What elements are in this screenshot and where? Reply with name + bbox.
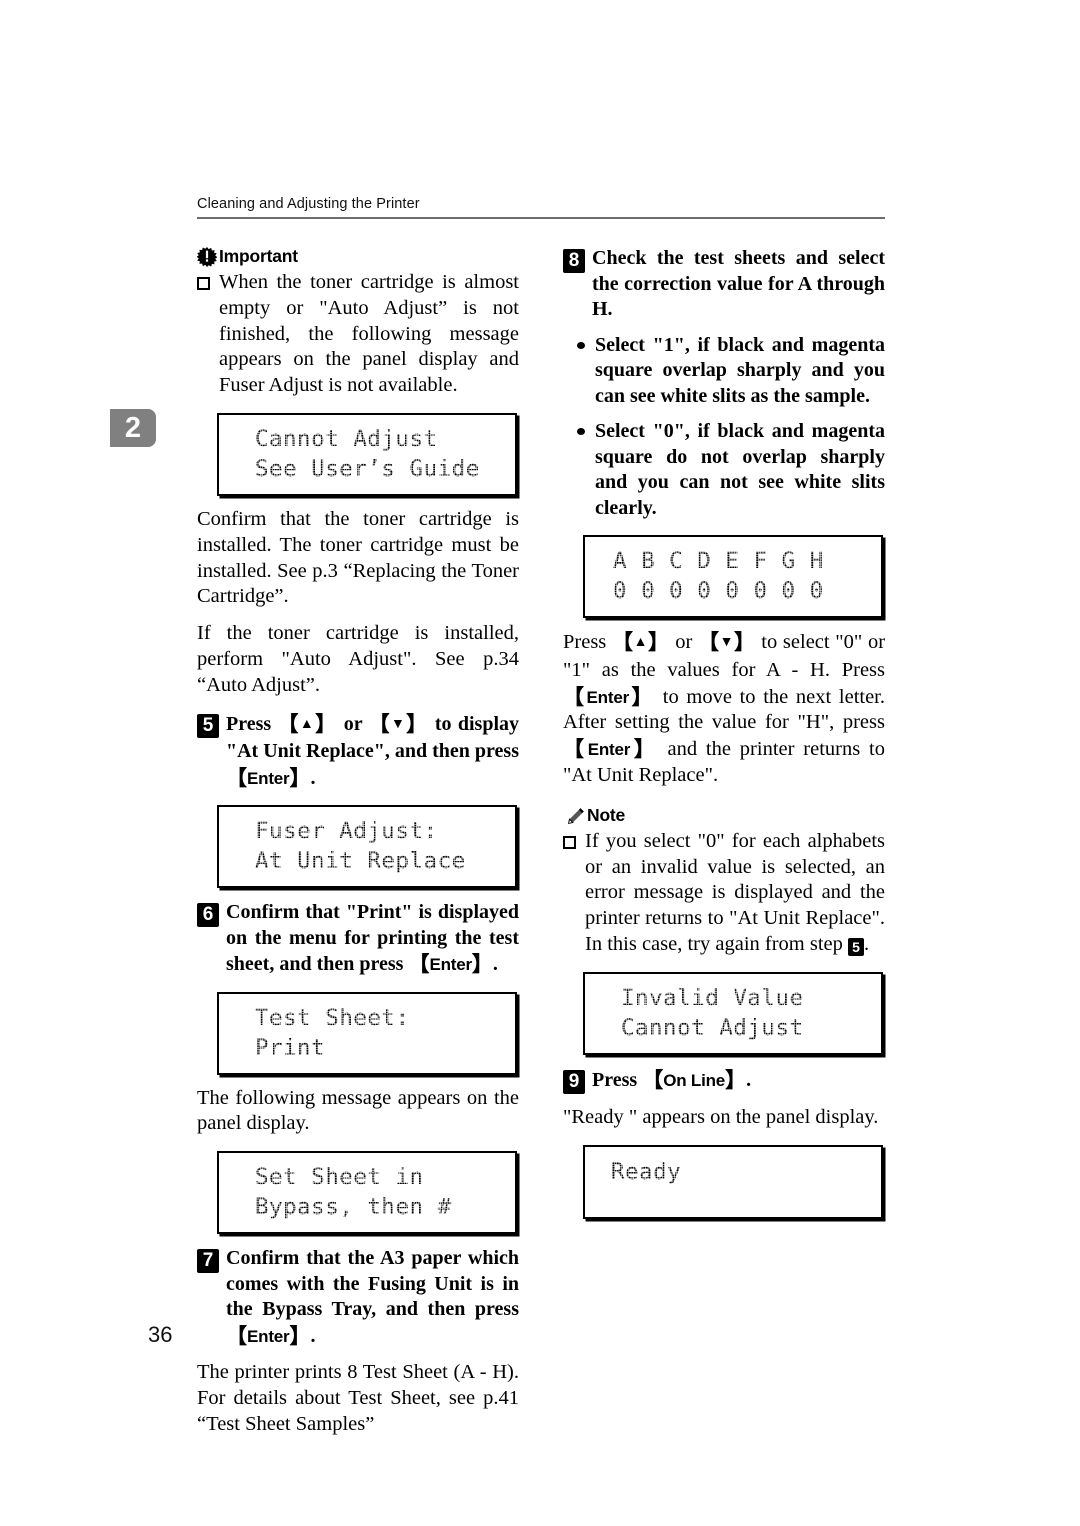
chapter-tab: 2: [110, 409, 156, 447]
p8-t1: Press: [563, 631, 612, 653]
open-square-bullet-icon: [197, 277, 210, 290]
lcd-line-1: Ready: [611, 1158, 682, 1185]
page-number: 36: [148, 1322, 173, 1347]
step-8-bullet-1-text: Select "1", if black and magenta square …: [595, 333, 885, 407]
step-8-bullet-2-text: Select "0", if black and magenta square …: [595, 420, 885, 519]
header-rule: [197, 217, 885, 219]
step6-t2: .: [492, 953, 498, 976]
step-6: 6 Confirm that "Print" is displayed on t…: [197, 900, 519, 978]
round-bullet-icon: [577, 341, 585, 349]
para-following-message: The following message appears on the pan…: [197, 1086, 519, 1135]
lcd-line-2: See User’s Guide: [255, 455, 480, 482]
lcd-line-2: 0 0 0 0 0 0 0 0: [613, 578, 824, 604]
note-item: If you select "0" for each alphabets or …: [563, 829, 885, 958]
step6-enter-key: Enter: [429, 955, 472, 975]
important-heading: Important: [196, 246, 519, 267]
step-8-bullet-1: Select "1", if black and magenta square …: [563, 333, 885, 410]
step9-t2: .: [746, 1068, 752, 1091]
para-ready: "Ready " appears on the panel display.: [563, 1105, 879, 1128]
step-7-text: Confirm that the A3 paper which comes wi…: [226, 1247, 519, 1348]
important-sunburst-icon: [196, 247, 218, 267]
lcd-panel-invalid-value: Invalid Value Cannot Adjust: [583, 971, 883, 1055]
document-page: 2 Cleaning and Adjusting the Printer 36 …: [0, 0, 1080, 1526]
important-item-text: When the toner cartridge is almost empty…: [219, 271, 519, 397]
para-confirm-toner: Confirm that the toner cartridge is inst…: [197, 507, 519, 608]
step5-enter-key: Enter: [247, 768, 290, 788]
left-column: Important When the toner cartridge is al…: [196, 246, 519, 1438]
step-5: 5 Press 【▲】 or 【▼】 to display "At Unit R…: [197, 711, 519, 792]
note-pencil-icon: [563, 807, 585, 826]
para-printer-prints: The printer prints 8 Test Sheet (A - H).…: [197, 1361, 519, 1435]
lcd-line-2: At Unit Replace: [255, 848, 466, 875]
lcd-panel-cannot-adjust: Cannot Adjust See User’s Guide: [217, 412, 517, 496]
important-item: When the toner cartridge is almost empty…: [197, 270, 519, 399]
lcd-line-2: Print: [255, 1034, 326, 1061]
up-arrow-icon: ▲: [299, 716, 316, 732]
lcd-panel-abcdefgh: A B C D E F G H 0 0 0 0 0 0 0 0: [583, 535, 883, 618]
p8-t2: or: [669, 631, 699, 653]
step-5-number: 5: [197, 713, 219, 738]
para-if-installed: If the toner cartridge is installed, per…: [197, 622, 519, 696]
down-arrow-icon: ▼: [719, 635, 735, 650]
open-square-bullet-icon: [563, 835, 576, 849]
step-9-text: Press 【On Line】.: [592, 1068, 752, 1092]
header-title: Cleaning and Adjusting the Printer: [197, 196, 420, 212]
lcd-line-2: Cannot Adjust: [621, 1014, 804, 1041]
step-8-number: 8: [563, 249, 585, 273]
note-t1: If you select "0" for each alphabets or …: [585, 829, 885, 955]
lcd-line-1: Cannot Adjust: [255, 425, 438, 452]
step-9: 9 Press 【On Line】.: [563, 1067, 885, 1094]
note-item-text: If you select "0" for each alphabets or …: [585, 829, 885, 958]
step5-t2: or: [337, 712, 369, 735]
note-label: Note: [587, 804, 626, 825]
running-header: Cleaning and Adjusting the Printer: [197, 196, 885, 219]
lcd-line-2: Bypass, then #: [255, 1194, 452, 1221]
lcd-line-1: Set Sheet in: [255, 1164, 424, 1191]
step-5-text: Press 【▲】 or 【▼】 to display "At Unit Rep…: [226, 712, 520, 790]
enter-key-1: Enter: [586, 687, 630, 707]
lcd-line-1: Invalid Value: [621, 984, 804, 1011]
step7-t2: .: [310, 1324, 316, 1347]
lcd-panel-ready: Ready: [583, 1144, 883, 1219]
step5-t4: .: [310, 766, 316, 789]
enter-key-2: Enter: [587, 740, 631, 760]
step-9-number: 9: [563, 1069, 585, 1094]
step-6-number: 6: [197, 903, 219, 928]
step-8-text: Check the test sheets and select the cor…: [592, 247, 885, 320]
step-8: 8 Check the test sheets and select the c…: [563, 246, 885, 323]
note-heading: Note: [563, 805, 885, 826]
right-column: 8 Check the test sheets and select the c…: [563, 246, 885, 1219]
lcd-panel-test-sheet: Test Sheet: Print: [217, 991, 517, 1075]
step9-t1: Press: [592, 1068, 643, 1091]
step-7: 7 Confirm that the A3 paper which comes …: [197, 1246, 519, 1349]
lcd-line-1: Test Sheet:: [255, 1004, 410, 1031]
step7-enter-key: Enter: [247, 1326, 290, 1346]
step9-online-key: On Line: [663, 1070, 726, 1090]
lcd-panel-fuser-adjust: Fuser Adjust: At Unit Replace: [217, 805, 517, 889]
lcd-line-1: Fuser Adjust:: [255, 818, 438, 845]
round-bullet-icon: [577, 428, 585, 435]
up-arrow-icon: ▲: [633, 635, 648, 650]
para-press-updown: Press 【▲】 or 【▼】 to select "0" or "1" as…: [563, 631, 886, 786]
step5-t1: Press: [226, 712, 278, 735]
down-arrow-icon: ▼: [390, 716, 407, 732]
step7-t1: Confirm that the A3 paper which comes wi…: [226, 1247, 519, 1321]
important-label: Important: [219, 246, 298, 266]
note-t2: .: [864, 932, 870, 955]
step-8-bullet-2: Select "0", if black and magenta square …: [563, 419, 885, 521]
lcd-panel-set-sheet: Set Sheet in Bypass, then #: [217, 1151, 517, 1235]
lcd-line-1: A B C D E F G H: [613, 548, 824, 574]
step-7-number: 7: [197, 1249, 219, 1274]
step-6-text: Confirm that "Print" is displayed on the…: [226, 901, 519, 977]
note-step-reference: 5: [848, 937, 865, 956]
